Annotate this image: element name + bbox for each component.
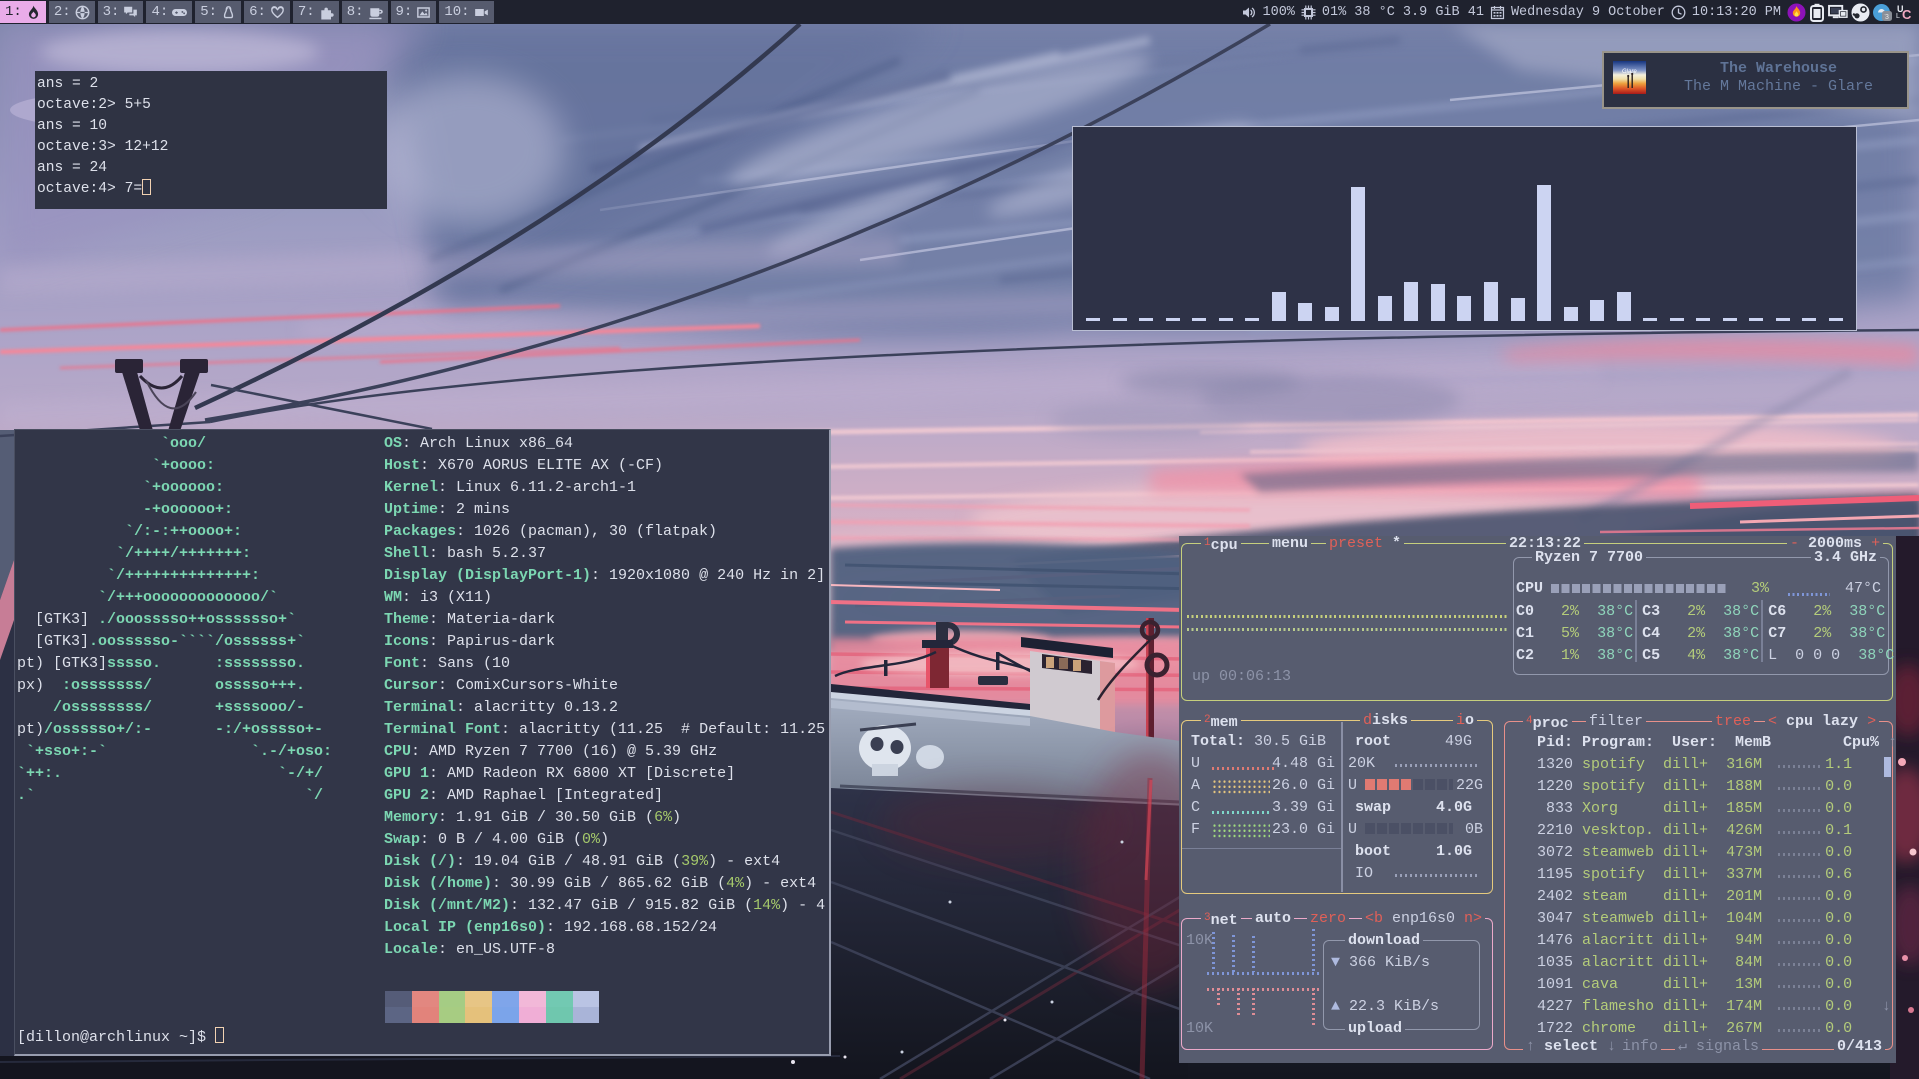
svg-text:L: L <box>1896 13 1900 20</box>
svg-text:C: C <box>1902 7 1912 22</box>
svg-text:Glare: Glare <box>1622 69 1637 75</box>
svg-text:..: .. <box>1884 11 1887 17</box>
